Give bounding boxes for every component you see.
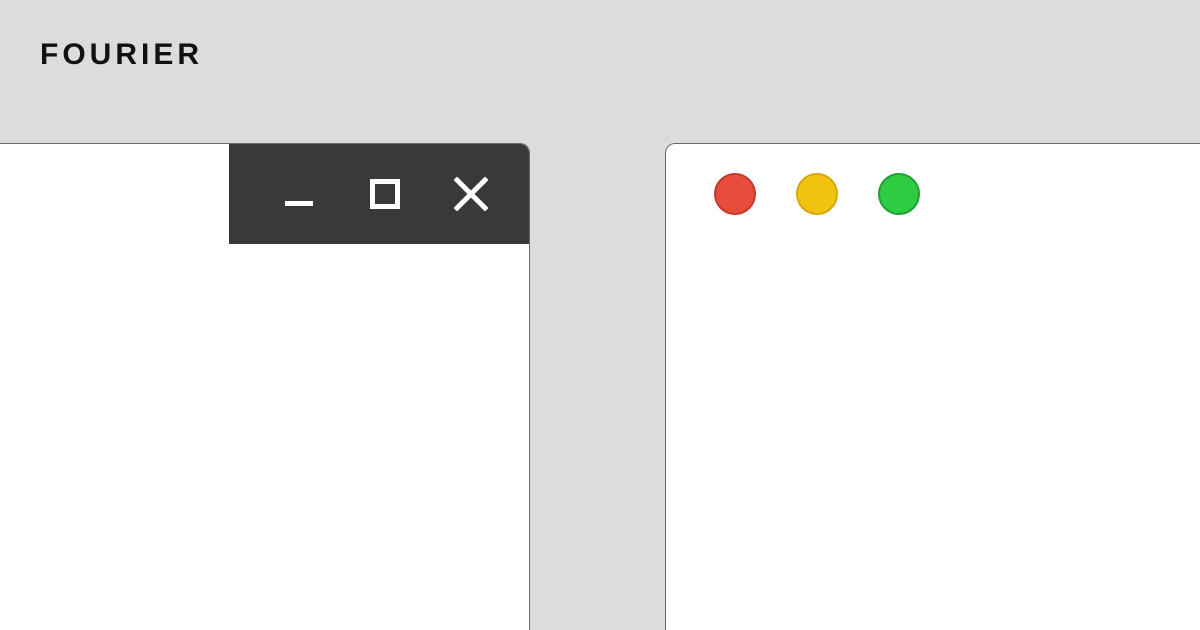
mac-titlebar xyxy=(666,144,920,244)
minimize-icon xyxy=(285,201,313,206)
traffic-light-close-icon[interactable] xyxy=(714,173,756,215)
minimize-button[interactable] xyxy=(279,174,319,214)
brand-logo: FOURIER xyxy=(40,38,203,72)
close-icon xyxy=(454,177,488,211)
traffic-light-zoom-icon[interactable] xyxy=(878,173,920,215)
windows-window xyxy=(0,143,530,630)
windows-titlebar xyxy=(229,144,529,244)
mac-window xyxy=(665,143,1200,630)
maximize-button[interactable] xyxy=(365,174,405,214)
traffic-light-minimize-icon[interactable] xyxy=(796,173,838,215)
close-button[interactable] xyxy=(451,174,491,214)
maximize-icon xyxy=(370,179,400,209)
